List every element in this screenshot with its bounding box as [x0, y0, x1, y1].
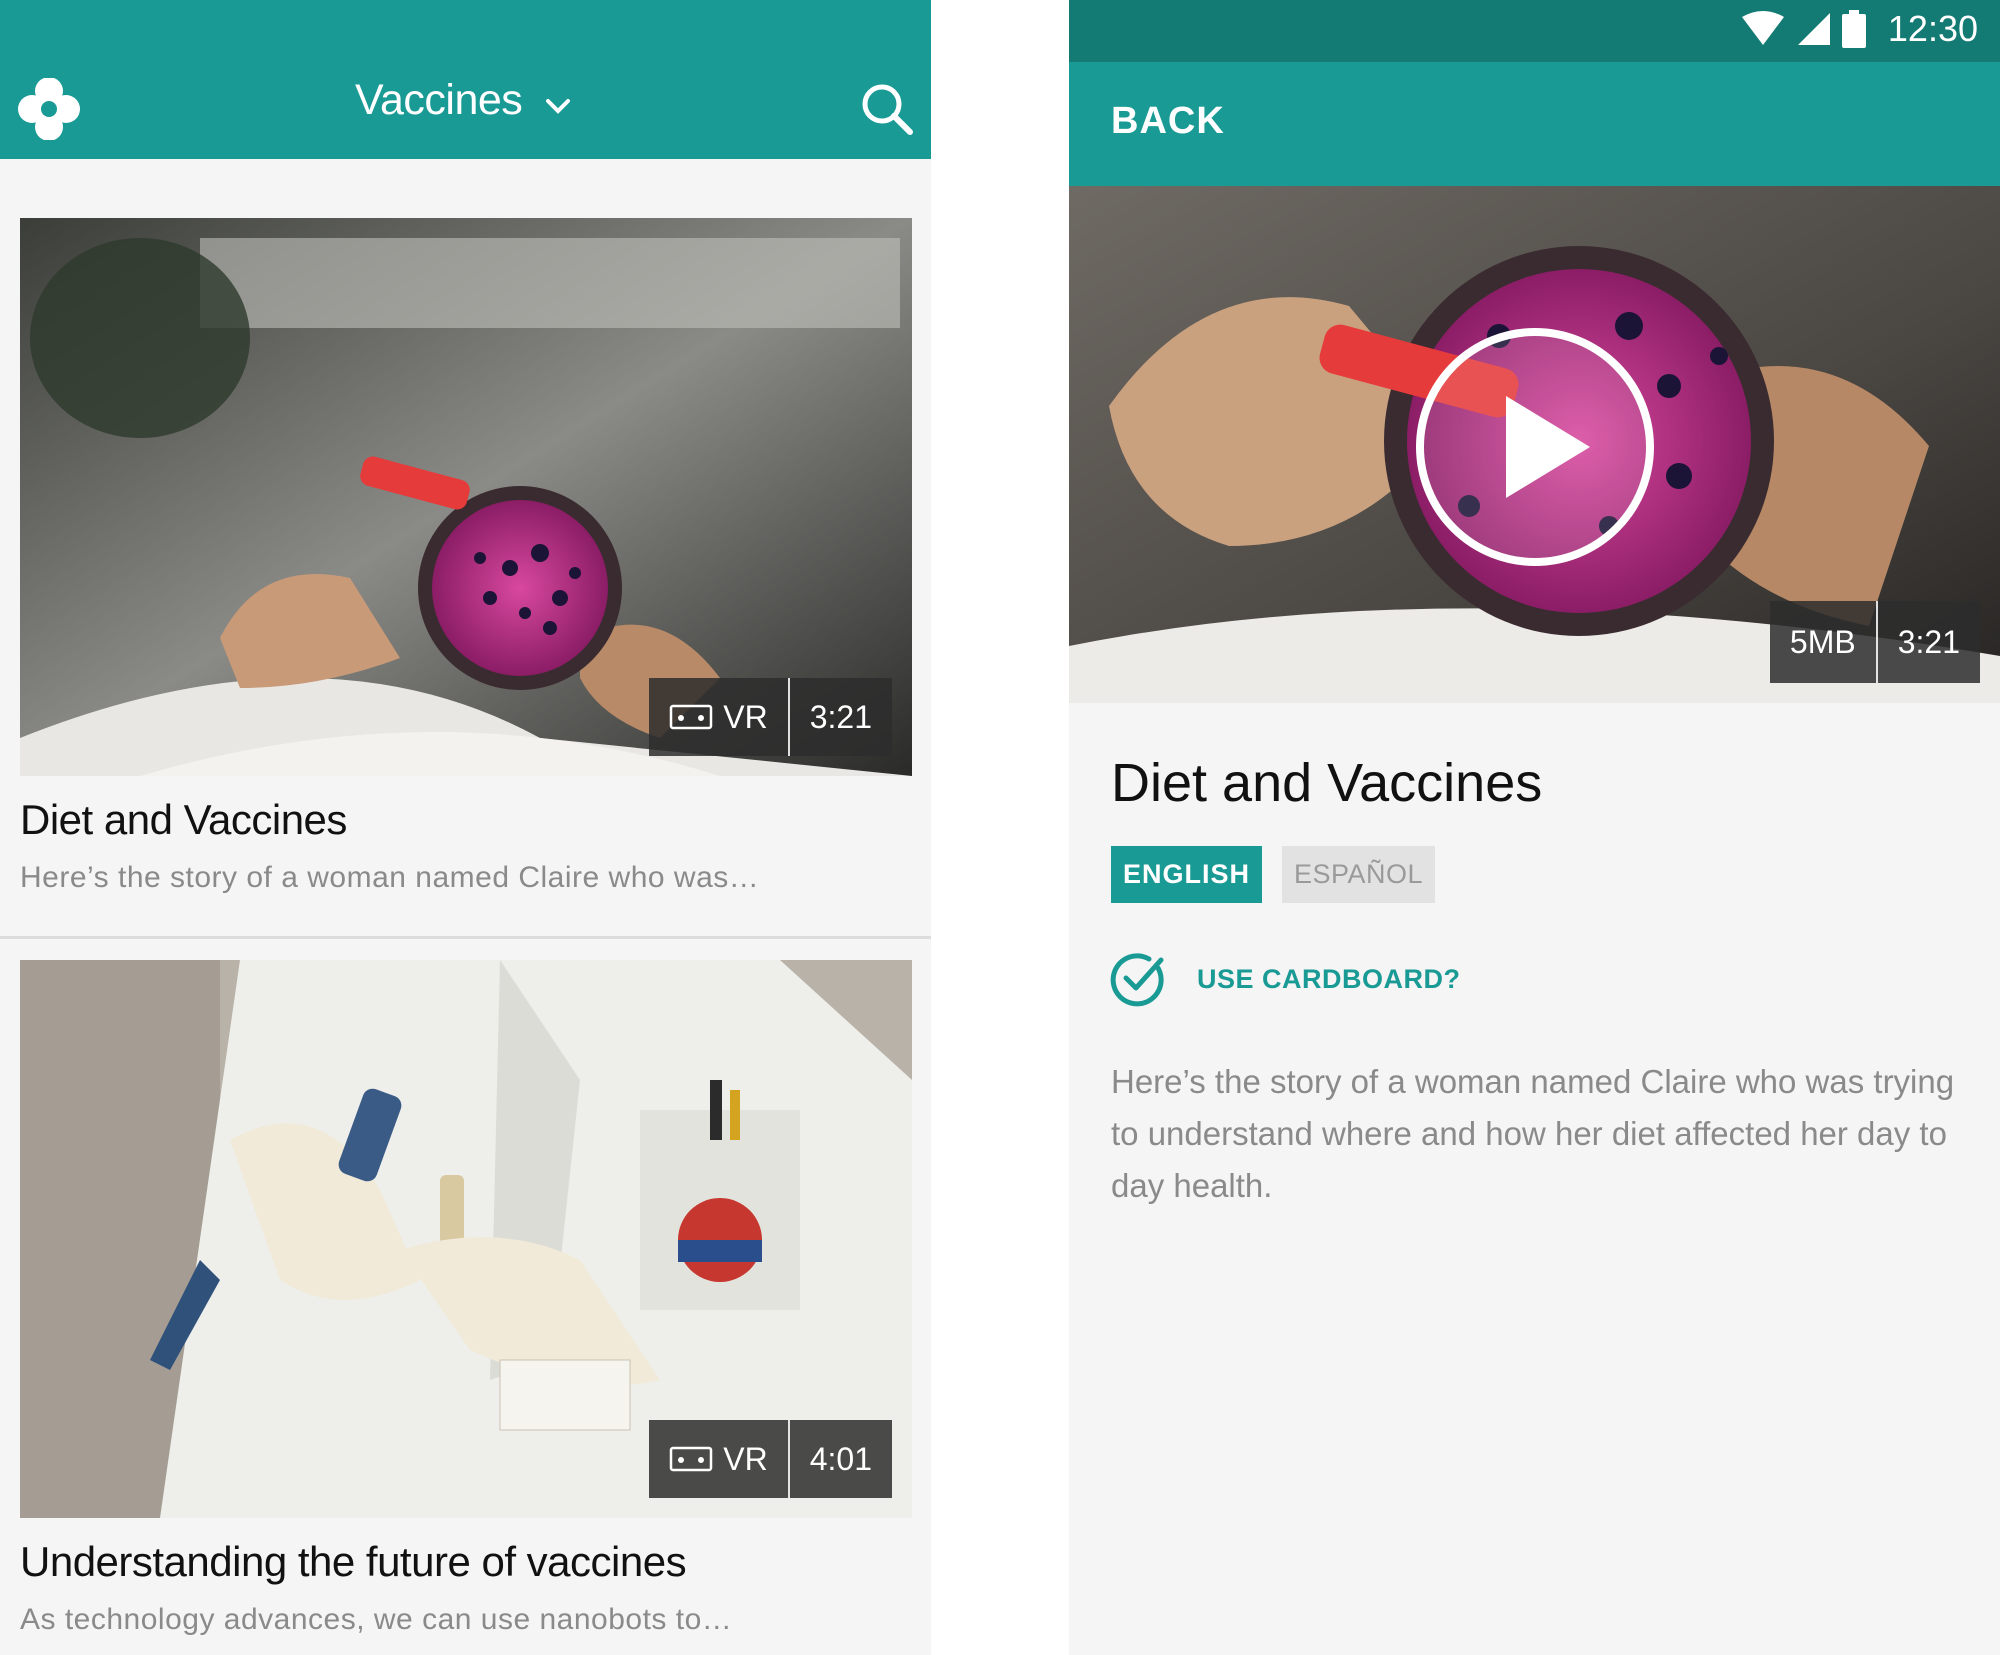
vr-label: VR: [723, 698, 768, 735]
card-description: As technology advances, we can use nanob…: [20, 1603, 733, 1636]
vr-headset-icon: [670, 1446, 713, 1472]
vr-badge: VR: [649, 1420, 787, 1498]
cell-signal-icon: [1797, 13, 1830, 45]
video-card[interactable]: VR 4:01 Understanding the future of vacc…: [0, 960, 931, 1655]
status-bar: 12:30: [1069, 0, 2000, 62]
video-description: Here’s the story of a woman named Claire…: [1111, 1063, 1955, 1204]
category-title: Vaccines: [355, 76, 523, 124]
video-thumbnail[interactable]: VR 3:21: [20, 218, 912, 776]
wifi-icon: [1741, 11, 1784, 45]
vr-headset-icon: [670, 704, 713, 730]
video-thumbnail[interactable]: VR 4:01: [20, 960, 912, 1518]
use-cardboard-label: USE CARDBOARD?: [1197, 963, 1461, 994]
detail-screen: 12:30 BACK 5MB 3:21 Diet and Vaccines EN…: [1069, 0, 2000, 1655]
vr-label: VR: [723, 1440, 768, 1477]
video-meta-badge: 5MB 3:21: [1769, 601, 1980, 683]
search-icon[interactable]: [860, 82, 914, 136]
divider: [0, 936, 931, 939]
category-dropdown[interactable]: Vaccines: [355, 76, 572, 125]
feed-screen: Vaccines VR 3:21 Diet and Vaccines Here’…: [0, 0, 931, 1655]
card-title: Understanding the future of vaccines: [20, 1538, 687, 1585]
app-bar: BACK: [1069, 62, 2000, 186]
app-bar: Vaccines: [0, 0, 931, 159]
video-card[interactable]: VR 3:21 Diet and Vaccines Here’s the sto…: [0, 218, 931, 938]
card-description: Here’s the story of a woman named Claire…: [20, 861, 760, 894]
status-time: 12:30: [1887, 8, 1978, 49]
duration-label: 3:21: [1875, 601, 1980, 683]
battery-icon: [1841, 10, 1866, 48]
chevron-down-icon: [546, 98, 571, 114]
language-spanish-button[interactable]: ESPAÑOL: [1282, 846, 1436, 903]
video-meta-badge: VR 3:21: [649, 678, 892, 756]
card-title: Diet and Vaccines: [20, 796, 347, 843]
language-selector: ENGLISH ESPAÑOL: [1111, 846, 1436, 903]
use-cardboard-toggle[interactable]: USE CARDBOARD?: [1109, 950, 1461, 1008]
file-size-label: 5MB: [1789, 623, 1856, 660]
video-title: Diet and Vaccines: [1111, 753, 1543, 813]
duration-label: 4:01: [787, 1420, 892, 1498]
duration-label: 3:21: [787, 678, 892, 756]
video-player[interactable]: 5MB 3:21: [1069, 186, 2000, 703]
app-logo-icon[interactable]: [18, 78, 80, 140]
play-icon[interactable]: [1414, 326, 1656, 568]
back-button[interactable]: BACK: [1111, 100, 1225, 143]
video-meta-badge: VR 4:01: [649, 1420, 892, 1498]
vr-badge: VR: [649, 678, 787, 756]
status-icons: 12:30: [1740, 8, 1978, 50]
language-english-button[interactable]: ENGLISH: [1111, 846, 1263, 903]
check-circle-icon[interactable]: [1109, 950, 1167, 1008]
